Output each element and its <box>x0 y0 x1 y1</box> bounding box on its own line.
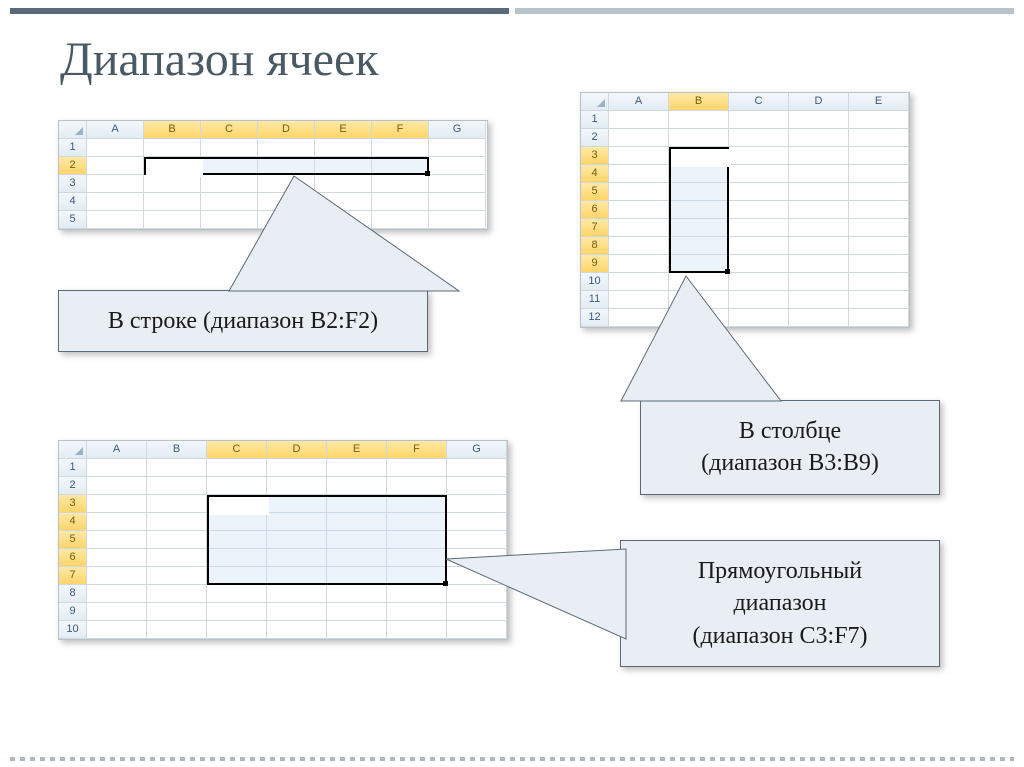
select-all-corner <box>59 441 87 459</box>
callout-text: В строке (диапазон B2:F2) <box>108 308 378 334</box>
callout-text-line: (диапазон B3:B9) <box>701 450 879 476</box>
row-header: 8 <box>59 585 87 603</box>
col-header: B <box>669 93 729 111</box>
row-header: 11 <box>581 291 609 309</box>
row-header: 7 <box>59 567 87 585</box>
decorative-top-bars <box>10 8 1014 22</box>
row-header: 1 <box>59 139 87 157</box>
callout-col-range: В столбце (диапазон B3:B9) <box>640 400 940 495</box>
callout-text-line: В столбце <box>739 418 841 444</box>
row-header: 3 <box>581 147 609 165</box>
row-header: 3 <box>59 495 87 513</box>
callout-rect-range: Прямоугольный диапазон (диапазон C3:F7) <box>620 540 940 667</box>
col-header: B <box>147 441 207 459</box>
col-header: F <box>372 121 429 139</box>
callout-text-line: Прямоугольный <box>698 558 862 584</box>
row-header: 1 <box>581 111 609 129</box>
row-header: 4 <box>59 513 87 531</box>
callout-arrow-icon <box>621 276 781 406</box>
spreadsheet-rect-range: A B C D E F G 1 2 3 4 5 6 7 8 9 10 <box>58 440 508 640</box>
col-header: C <box>201 121 258 139</box>
row-header: 3 <box>59 175 87 193</box>
row-header: 7 <box>581 219 609 237</box>
col-header: D <box>789 93 849 111</box>
row-header: 9 <box>581 255 609 273</box>
callout-text-line: (диапазон C3:F7) <box>692 623 867 649</box>
col-header: C <box>207 441 267 459</box>
col-header: F <box>387 441 447 459</box>
col-header: E <box>327 441 387 459</box>
row-header: 8 <box>581 237 609 255</box>
row-header: 2 <box>581 129 609 147</box>
col-header: D <box>267 441 327 459</box>
row-header: 4 <box>59 193 87 211</box>
slide-title: Диапазон ячеек <box>60 32 379 87</box>
decorative-footer <box>10 757 1014 761</box>
col-header: D <box>258 121 315 139</box>
row-header: 2 <box>59 477 87 495</box>
row-header: 12 <box>581 309 609 327</box>
col-header: A <box>87 441 147 459</box>
row-header: 2 <box>59 157 87 175</box>
col-header: G <box>429 121 486 139</box>
row-header: 5 <box>59 531 87 549</box>
select-all-corner <box>581 93 609 111</box>
col-header: E <box>849 93 909 111</box>
select-all-corner <box>59 121 87 139</box>
col-header: A <box>87 121 144 139</box>
row-header: 6 <box>59 549 87 567</box>
row-header: 5 <box>59 211 87 229</box>
col-header: B <box>144 121 201 139</box>
col-header: E <box>315 121 372 139</box>
row-header: 1 <box>59 459 87 477</box>
row-header: 9 <box>59 603 87 621</box>
col-header: G <box>447 441 507 459</box>
callout-row-range: В строке (диапазон B2:F2) <box>58 290 428 352</box>
row-header: 5 <box>581 183 609 201</box>
row-header: 10 <box>59 621 87 639</box>
row-header: 4 <box>581 165 609 183</box>
col-header: A <box>609 93 669 111</box>
row-header: 6 <box>581 201 609 219</box>
callout-text-line: диапазон <box>733 590 826 616</box>
callout-arrow-icon <box>446 549 626 639</box>
row-header: 10 <box>581 273 609 291</box>
callout-arrow-icon <box>229 176 459 296</box>
col-header: C <box>729 93 789 111</box>
